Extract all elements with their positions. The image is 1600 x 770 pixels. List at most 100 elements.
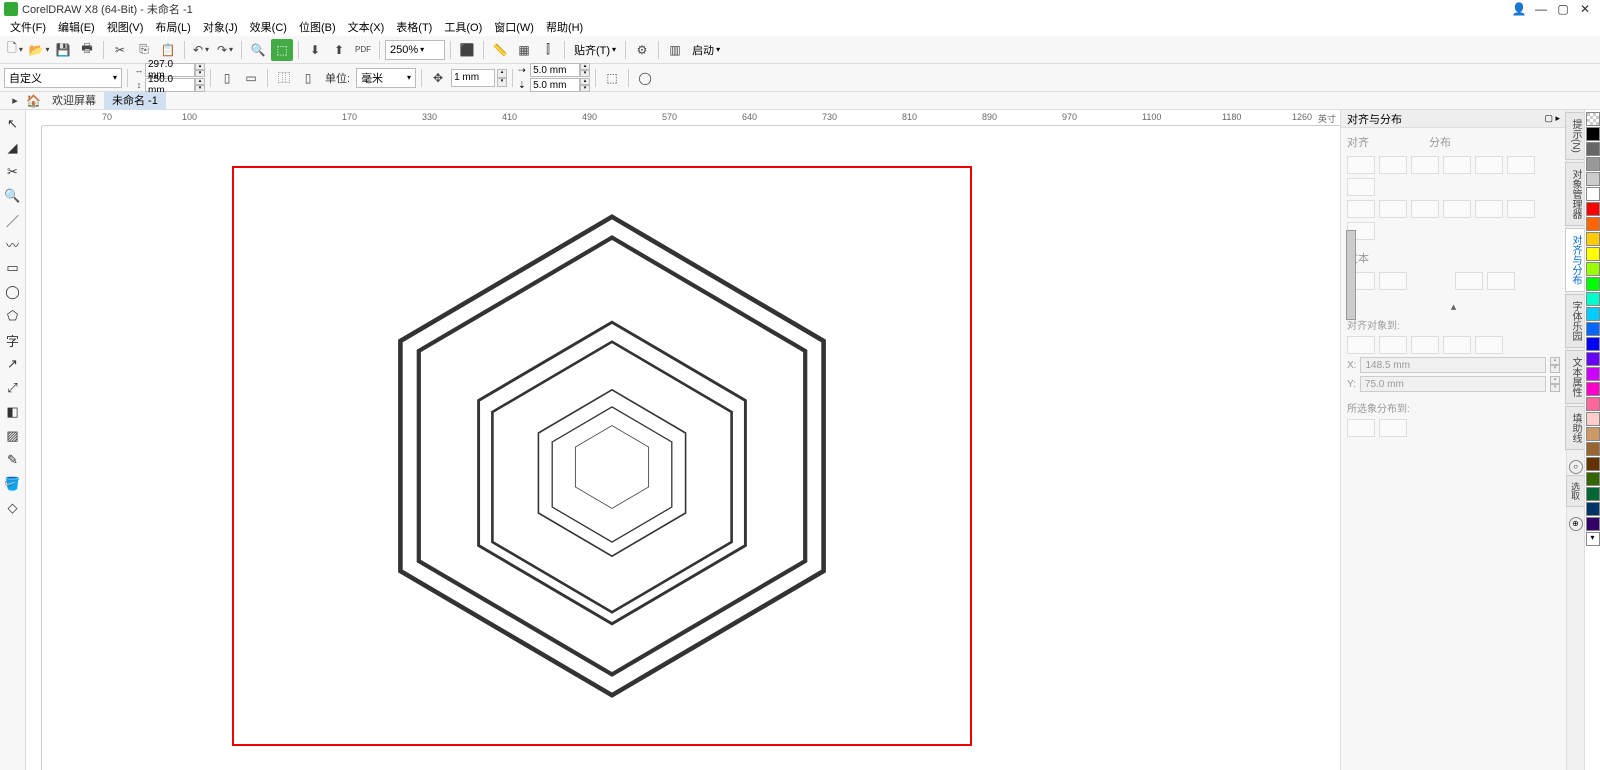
height-spinner[interactable]: ▴▾: [195, 78, 205, 92]
color-swatch[interactable]: [1586, 202, 1600, 216]
docker-title[interactable]: 对齐与分布▢ ▸: [1341, 110, 1566, 128]
dist-right-button[interactable]: [1347, 178, 1375, 196]
color-swatch[interactable]: [1586, 127, 1600, 141]
y-input[interactable]: 75.0 mm: [1360, 376, 1546, 392]
sidetab-align[interactable]: 对齐与分布: [1565, 228, 1586, 292]
polygon-tool[interactable]: ⬠: [2, 305, 24, 327]
guides-button[interactable]: ⫿: [537, 39, 559, 61]
alignto-objects-button[interactable]: [1347, 336, 1375, 354]
export-icon[interactable]: ⬆: [328, 39, 350, 61]
crop-page-button[interactable]: ⬚: [601, 67, 623, 89]
dup-y-input[interactable]: 5.0 mm: [530, 78, 580, 92]
menu-object[interactable]: 对象(J): [197, 19, 244, 35]
menu-view[interactable]: 视图(V): [101, 19, 150, 35]
color-swatch[interactable]: [1586, 382, 1600, 396]
color-swatch[interactable]: [1586, 457, 1600, 471]
transparency-tool[interactable]: ▨: [2, 425, 24, 447]
menu-effects[interactable]: 效果(C): [244, 19, 293, 35]
minimize-button[interactable]: —: [1532, 2, 1550, 16]
vertical-ruler[interactable]: [26, 126, 42, 770]
align-left-button[interactable]: [1347, 156, 1375, 174]
alignto-grid-button[interactable]: [1443, 336, 1471, 354]
dist-space-v-button[interactable]: [1507, 200, 1535, 218]
crop-tool[interactable]: ✂: [2, 161, 24, 183]
spacing-page-button[interactable]: [1379, 419, 1407, 437]
color-swatch[interactable]: [1586, 247, 1600, 261]
new-button[interactable]: 🗋▾: [4, 39, 26, 61]
menu-text[interactable]: 文本(X): [342, 19, 391, 35]
dup-x-input[interactable]: 5.0 mm: [530, 63, 580, 77]
fullscreen-button[interactable]: ⬛: [456, 39, 478, 61]
color-swatch[interactable]: [1586, 307, 1600, 321]
ellipse-tool[interactable]: ◯: [2, 281, 24, 303]
measure-tool[interactable]: ↗: [2, 353, 24, 375]
rectangle-tool[interactable]: ▭: [2, 257, 24, 279]
tab-document[interactable]: 未命名 -1: [104, 92, 166, 110]
sidetab-hints[interactable]: 提示(N): [1565, 112, 1586, 160]
home-icon[interactable]: 🏠: [26, 94, 40, 108]
bleed-button[interactable]: ◯: [634, 67, 656, 89]
color-swatch[interactable]: [1586, 277, 1600, 291]
dist-left-button[interactable]: [1443, 156, 1471, 174]
open-button[interactable]: 📂▾: [28, 39, 50, 61]
color-swatch[interactable]: [1586, 487, 1600, 501]
dist-space-h-button[interactable]: [1507, 156, 1535, 174]
fill-tool[interactable]: 🪣: [2, 473, 24, 495]
color-swatch[interactable]: [1586, 337, 1600, 351]
palette-down-button[interactable]: ▾: [1586, 532, 1600, 546]
color-swatch[interactable]: [1586, 262, 1600, 276]
alignto-point-button[interactable]: [1475, 336, 1503, 354]
options-button[interactable]: ⚙: [631, 39, 653, 61]
color-swatch[interactable]: [1586, 412, 1600, 426]
color-swatch[interactable]: [1586, 187, 1600, 201]
page-height-input[interactable]: 150.0 mm: [145, 78, 195, 92]
snap-dropdown[interactable]: 贴齐(T)▾: [570, 42, 620, 58]
portrait-button[interactable]: ▯: [216, 67, 238, 89]
dup-x-spinner[interactable]: ▴▾: [580, 63, 590, 77]
paste-button[interactable]: 📋: [157, 39, 179, 61]
dist-center-h-button[interactable]: [1475, 156, 1503, 174]
width-spinner[interactable]: ▴▾: [195, 63, 205, 77]
dist-opt-1-button[interactable]: [1455, 272, 1483, 290]
menu-table[interactable]: 表格(T): [390, 19, 438, 35]
alignto-page-button[interactable]: [1379, 336, 1407, 354]
shape-tool[interactable]: ◢: [2, 137, 24, 159]
sidetab-font-park[interactable]: 字体乐园: [1565, 294, 1586, 348]
color-swatch[interactable]: [1586, 442, 1600, 456]
sidetab-guidelines[interactable]: 填助线: [1565, 406, 1586, 450]
dist-opt-2-button[interactable]: [1487, 272, 1515, 290]
freehand-tool[interactable]: ／: [2, 209, 24, 231]
color-swatch[interactable]: [1586, 292, 1600, 306]
align-center-h-button[interactable]: [1379, 156, 1407, 174]
connector-tool[interactable]: ⤢: [2, 377, 24, 399]
pages-current-icon[interactable]: ▯: [297, 67, 319, 89]
color-swatch[interactable]: [1586, 427, 1600, 441]
maximize-button[interactable]: ▢: [1554, 2, 1572, 16]
canvas-area[interactable]: 70 100 170 330 410 490 570 640 730 810 8…: [26, 110, 1340, 770]
color-swatch[interactable]: [1586, 397, 1600, 411]
dup-y-spinner[interactable]: ▴▾: [580, 78, 590, 92]
menu-layout[interactable]: 布局(L): [149, 19, 196, 35]
align-right-button[interactable]: [1411, 156, 1439, 174]
nudge-spinner[interactable]: ▴▾: [497, 69, 507, 87]
user-icon[interactable]: 👤: [1510, 2, 1528, 16]
launcher-icon[interactable]: ▥: [664, 39, 686, 61]
import-button[interactable]: ⬚: [271, 39, 293, 61]
color-swatch[interactable]: [1586, 472, 1600, 486]
page-preset-combo[interactable]: 自定义▾: [4, 68, 122, 88]
import-icon[interactable]: ⬇: [304, 39, 326, 61]
scrollbar-thumb[interactable]: [1346, 230, 1356, 320]
menu-bitmap[interactable]: 位图(B): [293, 19, 342, 35]
redo-button[interactable]: ↷▾: [214, 39, 236, 61]
sidetab-object-manager[interactable]: 对象管理器: [1565, 162, 1586, 226]
menu-window[interactable]: 窗口(W): [488, 19, 540, 35]
tab-welcome[interactable]: 欢迎屏幕: [44, 92, 104, 110]
sidetab-bottom-icon[interactable]: ⊕: [1569, 517, 1583, 531]
pick-tool[interactable]: ↖: [2, 113, 24, 135]
pdf-button[interactable]: PDF: [352, 39, 374, 61]
x-input[interactable]: 148.5 mm: [1360, 357, 1546, 373]
eyedropper-tool[interactable]: ✎: [2, 449, 24, 471]
alignto-pagecenter-button[interactable]: [1411, 336, 1439, 354]
no-fill-swatch[interactable]: [1586, 112, 1600, 126]
launch-dropdown[interactable]: 启动▾: [688, 42, 724, 58]
